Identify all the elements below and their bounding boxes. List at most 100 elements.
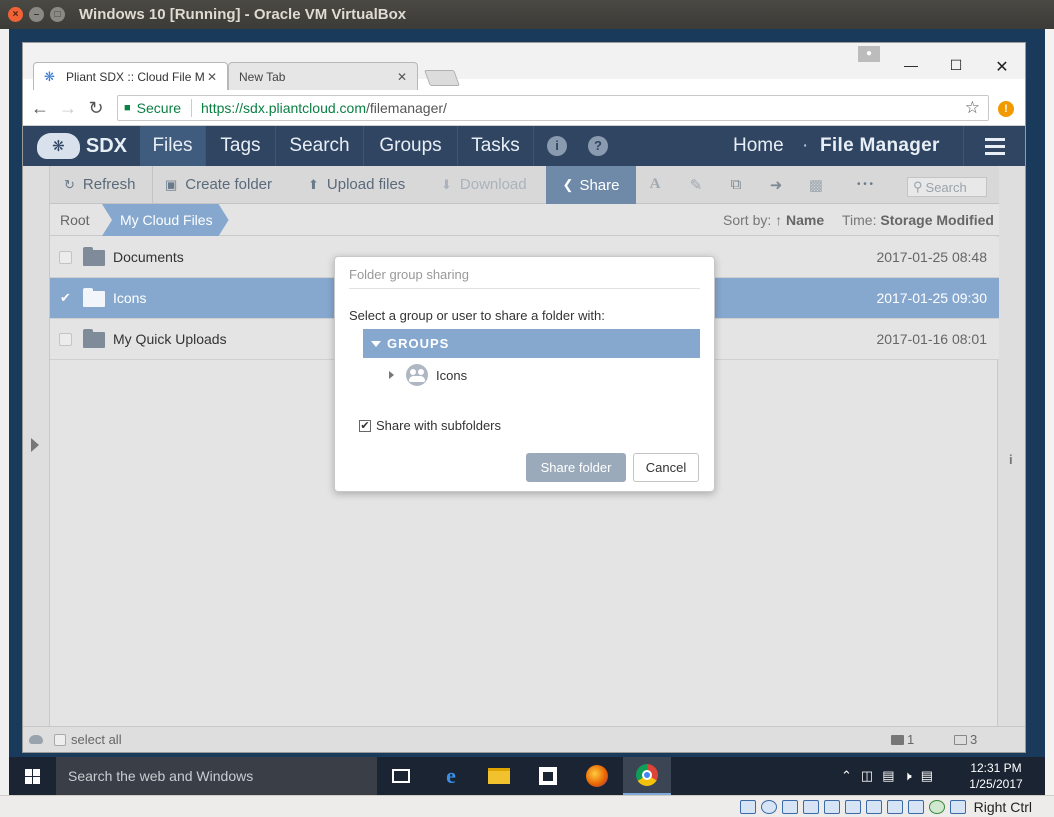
host-key-label: Right Ctrl	[973, 798, 1032, 815]
vm-screen[interactable]: ● — ☐ ✕ ❋ Pliant SDX :: Cloud File M ✕ N…	[9, 29, 1045, 795]
share-subfolders-option[interactable]: ✔ Share with subfolders	[359, 418, 501, 433]
info-icon[interactable]: i	[547, 136, 567, 156]
tab-close-icon[interactable]: ✕	[205, 70, 219, 84]
file-name[interactable]: Icons	[113, 278, 146, 319]
more-options-icon[interactable]: • • •	[850, 179, 880, 190]
refresh-button[interactable]: ↻ Refresh	[64, 166, 135, 204]
display-indicator-icon[interactable]	[865, 799, 882, 814]
expand-left-arrow-icon[interactable]	[31, 438, 39, 452]
address-bar[interactable]: ■ Secure https://sdx.pliantcloud.com/fil…	[117, 95, 989, 121]
collapse-triangle-icon	[371, 340, 381, 347]
time-mode-control[interactable]: Time: Storage Modified	[842, 204, 994, 236]
download-button[interactable]: ⬇ Download	[441, 166, 527, 204]
share-folder-button[interactable]: Share folder	[526, 453, 626, 482]
left-panel-toggle[interactable]	[23, 166, 49, 726]
tab-title: New Tab	[239, 69, 286, 84]
right-panel-toggle[interactable]: i	[998, 166, 1025, 726]
audio-indicator-icon[interactable]	[781, 799, 798, 814]
hamburger-menu-icon[interactable]	[963, 126, 1025, 166]
shared-folders-indicator-icon[interactable]	[844, 799, 861, 814]
page-title: File Manager	[820, 135, 940, 156]
task-view-button[interactable]	[377, 757, 425, 795]
vbox-maximize-button[interactable]: □	[50, 7, 65, 22]
move-arrow-icon[interactable]: ➜	[766, 176, 786, 194]
keyboard-capture-indicator-icon[interactable]	[949, 799, 966, 814]
network-indicator-icon[interactable]	[802, 799, 819, 814]
tab-close-icon[interactable]: ✕	[395, 70, 409, 84]
row-checkbox[interactable]	[59, 333, 72, 346]
vbox-close-button[interactable]: ×	[8, 7, 23, 22]
cancel-button[interactable]: Cancel	[633, 453, 699, 482]
nav-search[interactable]: Search	[276, 126, 364, 166]
create-folder-button[interactable]: ▣ Create folder	[165, 166, 272, 204]
firefox-button[interactable]	[573, 757, 621, 795]
nav-files[interactable]: Files	[140, 126, 206, 166]
vbox-right-edge	[1045, 29, 1054, 795]
edge-button[interactable]: e	[427, 757, 475, 795]
chrome-maximize-button[interactable]: ☐	[941, 57, 971, 74]
nav-tags[interactable]: Tags	[206, 126, 276, 166]
new-tab-button[interactable]	[424, 70, 460, 86]
vbox-minimize-button[interactable]: –	[29, 7, 44, 22]
details-info-icon[interactable]: i	[1009, 452, 1013, 467]
breadcrumb-current[interactable]: My Cloud Files	[102, 204, 229, 236]
help-icon[interactable]: ?	[588, 136, 608, 156]
file-search-input[interactable]: ⚲ Search	[907, 177, 987, 197]
share-subfolders-checkbox[interactable]: ✔	[359, 419, 371, 432]
select-all-checkbox[interactable]	[54, 734, 66, 746]
sdx-logo[interactable]: ❋ SDX	[37, 130, 127, 162]
vbox-window-title: Windows 10 [Running] - Oracle VM Virtual…	[79, 6, 407, 23]
expand-triangle-icon[interactable]	[389, 371, 394, 379]
forward-arrow-icon[interactable]: →	[57, 97, 79, 119]
nav-groups[interactable]: Groups	[364, 126, 458, 166]
chrome-taskbar-button[interactable]	[623, 757, 671, 795]
chrome-update-alert-icon[interactable]: !	[998, 101, 1014, 117]
chrome-close-button[interactable]: ✕	[987, 57, 1017, 77]
tray-chevron-up-icon[interactable]: ⌃	[841, 768, 852, 784]
edit-pencil-icon[interactable]: ✎	[686, 176, 706, 194]
back-arrow-icon[interactable]: ←	[29, 97, 51, 119]
tray-notifications-icon[interactable]: ▤	[921, 768, 933, 784]
group-tree-item[interactable]: Icons	[389, 364, 467, 386]
optical-drive-indicator-icon[interactable]	[760, 799, 777, 814]
video-capture-indicator-icon[interactable]	[886, 799, 903, 814]
nav-home[interactable]: Home	[733, 126, 784, 166]
tray-network-icon[interactable]: ▤	[882, 768, 894, 784]
hdd-indicator-icon[interactable]	[739, 799, 756, 814]
taskbar-clock[interactable]: 12:31 PM 1/25/2017	[961, 760, 1031, 792]
profile-icon[interactable]: ●	[858, 46, 880, 62]
usb-indicator-icon[interactable]	[823, 799, 840, 814]
tray-volume-icon[interactable]: 🕨	[904, 768, 912, 784]
rename-icon[interactable]: A	[645, 176, 665, 193]
taskbar-search-input[interactable]: Search the web and Windows	[56, 757, 377, 795]
file-explorer-button[interactable]	[475, 757, 523, 795]
add-folder-icon: ▣	[165, 177, 178, 192]
select-all-label[interactable]: select all	[71, 727, 122, 753]
file-date: 2017-01-16 08:01	[876, 331, 987, 347]
store-button[interactable]	[524, 757, 572, 795]
sort-control[interactable]: Sort by: ↑ Name	[723, 204, 824, 236]
tab-pliant-sdx[interactable]: ❋ Pliant SDX :: Cloud File M ✕	[33, 62, 228, 90]
download-arrow-icon: ⬇	[441, 177, 452, 192]
reload-icon[interactable]: ↻	[85, 97, 107, 119]
bookmark-star-icon[interactable]: ☆	[965, 98, 980, 118]
share-button[interactable]: ❮ Share	[546, 166, 636, 204]
upload-files-button[interactable]: ⬆ Upload files	[308, 166, 405, 204]
start-button[interactable]	[9, 757, 55, 795]
breadcrumb-root[interactable]: Root	[60, 204, 90, 236]
url-host: https://sdx.pliantcloud.com	[201, 100, 366, 116]
cpu-indicator-icon[interactable]	[907, 799, 924, 814]
trash-icon[interactable]: ▩	[806, 176, 826, 194]
file-name[interactable]: Documents	[113, 237, 184, 278]
groups-tree-header[interactable]: GROUPS	[363, 329, 700, 358]
chrome-minimize-button[interactable]: —	[896, 57, 926, 73]
mouse-integration-indicator-icon[interactable]	[928, 799, 945, 814]
row-checkbox[interactable]	[59, 251, 72, 264]
file-name[interactable]: My Quick Uploads	[113, 319, 227, 360]
tab-new-tab[interactable]: New Tab ✕	[228, 62, 418, 90]
row-checkbox[interactable]: ✔	[59, 291, 72, 305]
tray-power-icon[interactable]: ◫	[861, 768, 873, 784]
app-nav-bar: ❋ SDX Files Tags Search Groups Tasks i ?…	[23, 126, 1025, 166]
copy-icon[interactable]: ⧉	[726, 176, 746, 193]
nav-tasks[interactable]: Tasks	[458, 126, 534, 166]
